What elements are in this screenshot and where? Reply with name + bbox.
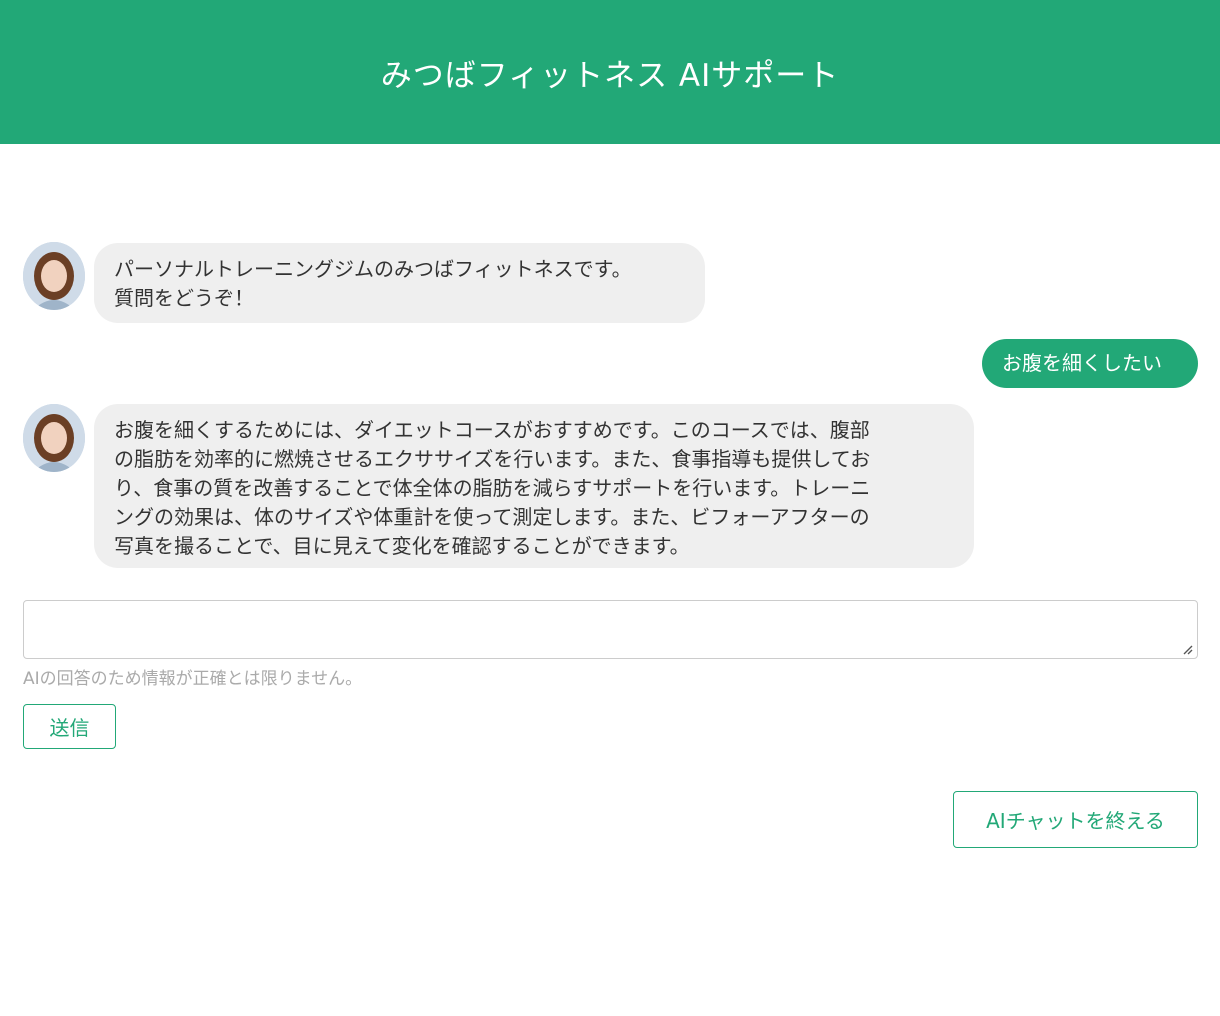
message-line: 写真を撮ることで、目に見えて変化を確認することができます。 xyxy=(114,534,690,558)
message-line: パーソナルトレーニングジムのみつばフィットネスです。 xyxy=(114,257,632,281)
bot-message-bubble: パーソナルトレーニングジムのみつばフィットネスです。 質問をどうぞ！ xyxy=(94,243,705,323)
message-line: お腹を細くするためには、ダイエットコースがおすすめです。このコースでは、腹部 xyxy=(114,418,870,442)
avatar-photo-icon xyxy=(23,242,85,310)
end-chat-button[interactable]: AIチャットを終える xyxy=(953,791,1198,848)
app-header: みつばフィットネス AIサポート xyxy=(0,0,1220,144)
disclaimer-text: AIの回答のため情報が正確とは限りません。 xyxy=(23,669,363,689)
bot-message-bubble: お腹を細くするためには、ダイエットコースがおすすめです。このコースでは、腹部 の… xyxy=(94,404,974,568)
message-line: り、食事の質を改善することで体全体の脂肪を減らすサポートを行います。トレーニ xyxy=(114,476,871,500)
assistant-avatar xyxy=(23,242,85,310)
chat-input[interactable] xyxy=(23,600,1198,659)
page-title: みつばフィットネス AIサポート xyxy=(380,57,840,94)
message-line: 質問をどうぞ！ xyxy=(114,286,254,310)
message-line: の脂肪を効率的に燃焼させるエクササイズを行います。また、食事指導も提供してお xyxy=(114,447,871,471)
user-message-bubble: お腹を細くしたい xyxy=(982,339,1198,388)
assistant-avatar xyxy=(23,404,85,472)
avatar-photo-icon xyxy=(23,404,85,472)
send-button[interactable]: 送信 xyxy=(23,704,116,749)
message-line: ングの効果は、体のサイズや体重計を使って測定します。また、ビフォーアフターの xyxy=(114,505,870,529)
resize-grip-icon[interactable] xyxy=(1181,643,1193,655)
